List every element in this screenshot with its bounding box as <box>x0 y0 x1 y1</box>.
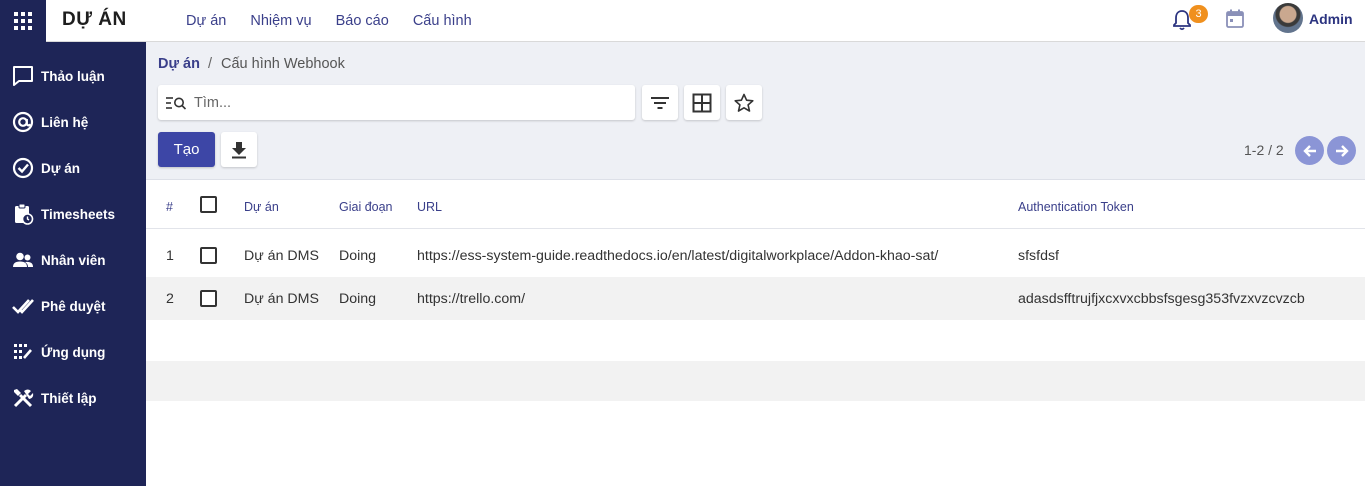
grid-icon <box>14 12 32 30</box>
column-header-project[interactable]: Dự án <box>244 200 279 214</box>
clipboard-clock-icon <box>12 203 34 225</box>
sidebar-item-label: Thiết lập <box>41 390 97 406</box>
breadcrumb-separator: / <box>208 56 213 72</box>
filter-icon <box>651 96 669 109</box>
column-header-url[interactable]: URL <box>417 200 442 214</box>
create-button[interactable]: Tạo <box>158 132 215 167</box>
table-grid-icon <box>692 93 712 112</box>
notification-badge: 3 <box>1189 5 1208 23</box>
row-url: https://ess-system-guide.readthedocs.io/… <box>417 248 939 264</box>
row-token: adasdsfftrujfjxcxvxcbbsfsgesg353fvzxvzcv… <box>1018 291 1305 307</box>
sidebar-item-label: Dự án <box>41 160 81 176</box>
breadcrumb-parent[interactable]: Dự án <box>158 56 200 72</box>
export-button[interactable] <box>221 132 257 167</box>
star-icon <box>734 93 754 112</box>
double-check-icon <box>12 295 34 317</box>
row-project: Dự án DMS <box>244 248 319 264</box>
people-icon <box>12 249 34 271</box>
filter-button[interactable] <box>642 85 678 120</box>
topnav-item-config[interactable]: Cấu hình <box>413 13 472 29</box>
sidebar-item-label: Ứng dụng <box>41 344 106 360</box>
row-project: Dự án DMS <box>244 291 319 307</box>
sidebar-item-employees[interactable]: Nhân viên <box>0 240 146 280</box>
column-header-number: # <box>166 200 173 214</box>
avatar[interactable] <box>1273 3 1303 33</box>
download-icon <box>232 141 246 158</box>
group-by-button[interactable] <box>684 85 720 120</box>
chat-icon <box>12 65 34 87</box>
topnav-item-projects[interactable]: Dự án <box>186 13 226 29</box>
arrow-right-icon <box>1335 144 1349 157</box>
page-title: Cấu hình Webhook <box>221 56 345 72</box>
at-icon <box>12 111 34 133</box>
select-all-checkbox[interactable] <box>200 196 217 213</box>
favorites-button[interactable] <box>726 85 762 120</box>
row-checkbox[interactable] <box>200 247 217 264</box>
top-nav: Dự án Nhiệm vụ Báo cáo Cấu hình <box>186 0 496 42</box>
column-header-token[interactable]: Authentication Token <box>1018 200 1134 214</box>
sidebar-item-label: Timesheets <box>41 206 116 222</box>
divider <box>146 228 1365 229</box>
row-token: sfsfdsf <box>1018 248 1059 264</box>
sidebar-item-approvals[interactable]: Phê duyệt <box>0 286 146 326</box>
search-icon <box>166 96 186 110</box>
sidebar: Thảo luận Liên hệ Dự án Timesheets Nhân … <box>0 42 146 486</box>
topnav-item-tasks[interactable]: Nhiệm vụ <box>250 13 311 29</box>
topnav-item-reports[interactable]: Báo cáo <box>336 13 389 29</box>
calendar-icon[interactable] <box>1225 9 1245 29</box>
apps-menu-button[interactable] <box>0 0 46 42</box>
pager-value[interactable]: 1-2 / 2 <box>1244 142 1284 158</box>
row-number: 1 <box>166 248 174 264</box>
empty-row <box>146 320 1365 361</box>
sidebar-item-label: Nhân viên <box>41 252 106 268</box>
sidebar-item-projects[interactable]: Dự án <box>0 148 146 188</box>
sidebar-item-settings[interactable]: Thiết lập <box>0 378 146 418</box>
row-url: https://trello.com/ <box>417 291 526 307</box>
pager-next-button[interactable] <box>1327 136 1356 165</box>
app-title: DỰ ÁN <box>62 9 127 30</box>
sidebar-item-label: Liên hệ <box>41 114 89 130</box>
arrow-left-icon <box>1302 144 1316 157</box>
sidebar-item-contacts[interactable]: Liên hệ <box>0 102 146 142</box>
sidebar-item-label: Phê duyệt <box>41 298 106 314</box>
row-checkbox[interactable] <box>200 290 217 307</box>
search-box <box>158 85 635 120</box>
pager-previous-button[interactable] <box>1295 136 1324 165</box>
table-row[interactable]: 2 Dự án DMS Doing https://trello.com/ ad… <box>146 277 1365 320</box>
sidebar-item-label: Thảo luận <box>41 68 105 84</box>
tools-icon <box>12 387 34 409</box>
column-header-stage[interactable]: Giai đoạn <box>339 200 393 214</box>
search-input[interactable] <box>194 94 614 111</box>
table-row[interactable]: 1 Dự án DMS Doing https://ess-system-gui… <box>146 234 1365 277</box>
apps-list-icon <box>12 341 34 363</box>
top-bar: DỰ ÁN Dự án Nhiệm vụ Báo cáo Cấu hình 3 … <box>0 0 1365 42</box>
sidebar-item-discuss[interactable]: Thảo luận <box>0 56 146 96</box>
sidebar-item-timesheets[interactable]: Timesheets <box>0 194 146 234</box>
row-number: 2 <box>166 291 174 307</box>
check-circle-icon <box>12 157 34 179</box>
user-name[interactable]: Admin <box>1309 11 1353 27</box>
empty-row <box>146 361 1365 401</box>
row-stage: Doing <box>339 248 377 264</box>
row-stage: Doing <box>339 291 377 307</box>
sidebar-item-apps[interactable]: Ứng dụng <box>0 332 146 372</box>
